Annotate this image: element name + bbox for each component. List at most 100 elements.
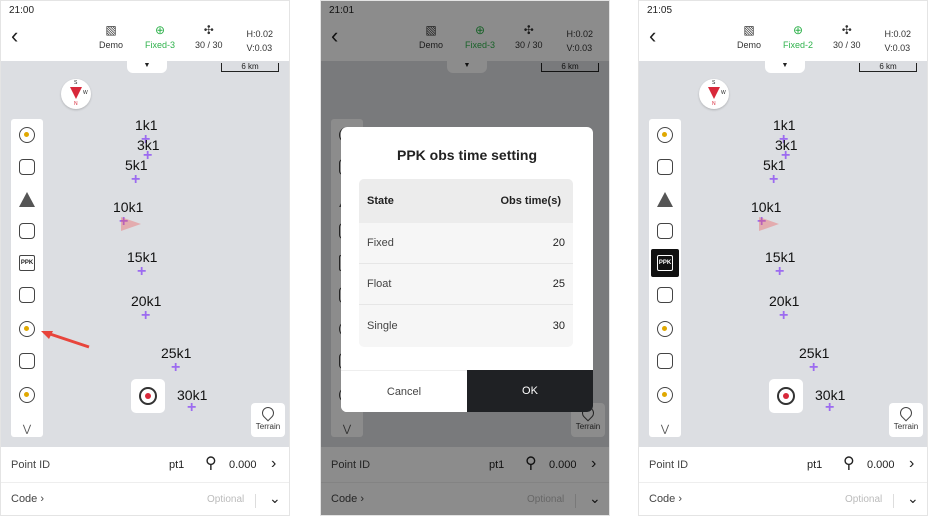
point-id-row: Point ID pt1 ⚲ 0.000 › (1, 447, 289, 483)
survey-point-marker[interactable]: + (809, 360, 818, 376)
compass-south: S (712, 80, 716, 86)
back-chevron-icon[interactable]: ‹ (649, 25, 656, 47)
terrain-button[interactable]: Terrain (251, 403, 285, 437)
survey-point-marker[interactable]: + (779, 308, 788, 324)
satellite-button[interactable]: ✣ 30 / 30 (833, 23, 861, 50)
base-station-button[interactable]: ▧ Demo (99, 23, 123, 50)
layer-tool-icon (657, 387, 673, 403)
map-view[interactable]: 6 km S W N PPK ⋁ 1k1 +3k1 +5k1 +10k1 +15k1 +20k… (639, 61, 927, 447)
map-tool-button[interactable] (651, 217, 679, 245)
compass-button[interactable]: S W N (61, 79, 91, 109)
map-tool-button[interactable] (651, 315, 679, 343)
ok-button[interactable]: OK (467, 370, 593, 412)
base-label: Demo (737, 40, 762, 50)
solution-status-button[interactable]: ⊕ Fixed-3 (145, 23, 175, 50)
obs-time-table: State Obs time(s) Fixed 20 Float 25 Sing… (359, 179, 573, 347)
compass-button[interactable]: S W N (699, 79, 729, 109)
map-tool-button[interactable] (13, 185, 41, 213)
survey-point-marker[interactable]: + (171, 360, 180, 376)
map-tool-button[interactable] (13, 153, 41, 181)
map-tool-icon (657, 159, 673, 175)
chevron-down-icon[interactable]: ⌄ (907, 490, 919, 507)
chevron-down-icon[interactable]: ⌄ (269, 490, 281, 507)
scale-bar: 6 km (221, 63, 279, 72)
map-tool-button[interactable] (651, 281, 679, 309)
row-obs-time[interactable]: 20 (553, 237, 565, 249)
map-side-toolbar: PPK ⋁ (649, 119, 681, 437)
map-tool-button[interactable] (651, 347, 679, 375)
point-label: 10k1 (113, 199, 144, 215)
code-button[interactable]: Code › (11, 493, 44, 505)
solution-label: Fixed-3 (145, 40, 176, 50)
chevron-right-icon[interactable]: › (909, 455, 914, 473)
satellite-button[interactable]: ✣ 30 / 30 (195, 23, 223, 50)
table-row[interactable]: Float 25 (359, 264, 573, 305)
survey-point-marker[interactable]: + (769, 172, 778, 188)
map-tool-button[interactable] (13, 121, 41, 149)
code-input[interactable]: Optional (845, 494, 882, 505)
map-tool-icon (19, 353, 35, 369)
survey-point-marker[interactable]: + (775, 264, 784, 280)
ppk-obs-time-dialog: PPK obs time setting State Obs time(s) F… (341, 127, 593, 412)
map-tool-button[interactable] (13, 281, 41, 309)
terrain-button[interactable]: Terrain (889, 403, 923, 437)
code-label: Code (11, 493, 38, 505)
survey-point-marker[interactable]: + (141, 308, 150, 324)
back-chevron-icon[interactable]: ‹ (11, 25, 18, 47)
terrain-icon (897, 404, 915, 422)
survey-pole-icon[interactable]: ⚲ (205, 453, 217, 473)
code-label: Code (649, 493, 676, 505)
map-tool-icon (657, 353, 673, 369)
table-row[interactable]: Fixed 20 (359, 223, 573, 264)
map-tool-button[interactable] (13, 315, 41, 343)
map-tool-button[interactable] (13, 381, 41, 409)
row-obs-time[interactable]: 25 (553, 278, 565, 290)
screen-panel-3: 21:05 ‹ ▧ Demo ⊕ Fixed-2 ✣ 30 / 30 H:0.0… (638, 0, 928, 516)
divider (255, 494, 256, 508)
map-view[interactable]: 6 km S W N PPK ⋁ 1k1 +3k1 +5k1 +10k1 +15k1 +20k… (1, 61, 289, 447)
terrain-label: Terrain (893, 422, 919, 431)
solution-status-button[interactable]: ⊕ Fixed-2 (783, 23, 813, 50)
survey-point-marker[interactable]: + (825, 400, 834, 416)
survey-pole-icon[interactable]: ⚲ (843, 453, 855, 473)
locate-me-button[interactable] (769, 379, 803, 413)
survey-point-marker[interactable]: + (187, 400, 196, 416)
dialog-title: PPK obs time setting (396, 147, 538, 163)
survey-point-marker[interactable]: + (137, 264, 146, 280)
row-obs-time[interactable]: 30 (553, 320, 565, 332)
point-id-value[interactable]: pt1 (807, 459, 822, 471)
antenna-height-value[interactable]: 0.000 (229, 459, 257, 471)
code-row: Code › Optional ⌄ (639, 483, 927, 515)
current-position-arrow-icon (759, 217, 779, 231)
map-tool-button[interactable]: PPK (13, 249, 41, 277)
stakeout-point-icon (19, 127, 35, 143)
stakeout-point-icon (657, 127, 673, 143)
collapse-tab[interactable]: ▼ (765, 61, 805, 73)
compass-west: W (83, 90, 88, 96)
map-tool-button[interactable] (13, 217, 41, 245)
code-button[interactable]: Code › (649, 493, 682, 505)
map-tool-button[interactable] (13, 347, 41, 375)
antenna-height-value[interactable]: 0.000 (867, 459, 895, 471)
point-id-label: Point ID (649, 459, 689, 471)
collapse-tab[interactable]: ▼ (127, 61, 167, 73)
chevron-down-icon: ⋁ (660, 423, 670, 435)
map-tool-button[interactable] (651, 185, 679, 213)
map-tool-button[interactable] (651, 121, 679, 149)
compass-needle-icon (708, 87, 720, 99)
code-input[interactable]: Optional (207, 494, 244, 505)
map-tool-button[interactable] (651, 153, 679, 181)
locate-me-button[interactable] (131, 379, 165, 413)
map-tool-button[interactable]: ⋁ (13, 415, 41, 443)
cancel-button[interactable]: Cancel (341, 370, 467, 412)
map-tool-button[interactable]: PPK (651, 249, 679, 277)
map-tool-button[interactable] (651, 381, 679, 409)
table-row[interactable]: Single 30 (359, 305, 573, 346)
layer-tool-icon (19, 321, 35, 337)
point-id-value[interactable]: pt1 (169, 459, 184, 471)
layer-tool-icon (19, 387, 35, 403)
survey-point-marker[interactable]: + (131, 172, 140, 188)
base-station-button[interactable]: ▧ Demo (737, 23, 761, 50)
chevron-right-icon[interactable]: › (271, 455, 276, 473)
map-tool-button[interactable]: ⋁ (651, 415, 679, 443)
